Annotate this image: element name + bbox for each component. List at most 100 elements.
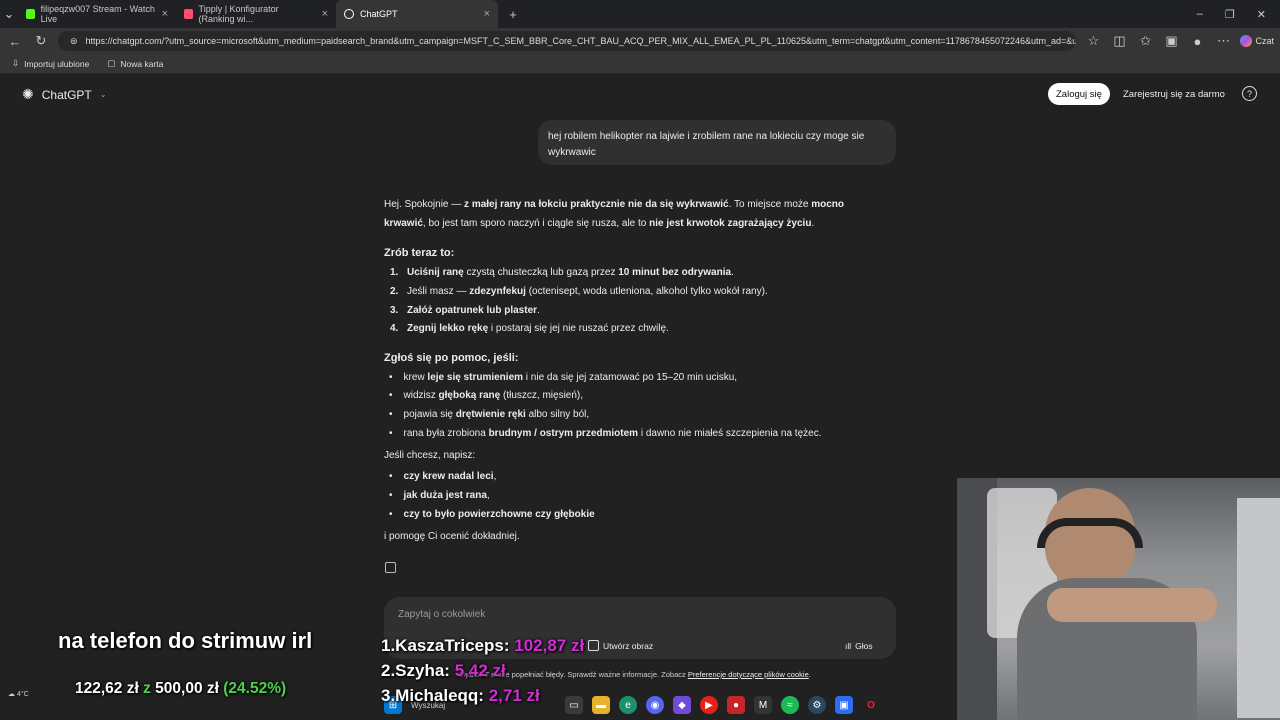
button-label: Utwórz obraz [603,640,654,651]
tab-title: filipeqzw007 Stream - Watch Live [40,4,155,24]
tab-title: Tipply | Konfigurator (Ranking wi... [198,4,279,24]
image-icon [588,640,599,651]
item-number: 2. [390,285,399,297]
text-bold: jak duża jest rana [403,489,487,501]
favorites-icon[interactable]: ✩ [1136,33,1154,49]
weather-widget[interactable]: ☁ 4°C [8,690,29,698]
login-button[interactable]: Zaloguj się [1048,83,1110,105]
text: i nie da się jej zatamować po 15–20 min … [523,371,738,383]
text-bold: głęboką ranę [438,390,501,402]
bullet: • [389,371,393,383]
close-window-icon[interactable]: ✕ [1257,8,1266,21]
tab-chatgpt[interactable]: ChatGPT × [336,0,498,28]
youtube-icon[interactable]: ▶ [700,696,718,714]
item-number: 4. [390,323,399,335]
favorite-star-icon[interactable]: ☆ [1084,33,1102,49]
roblox-icon[interactable]: ▣ [835,696,853,714]
tipply-icon [184,9,193,19]
task-view-icon[interactable]: ▭ [565,696,583,714]
discord-icon[interactable]: ◉ [646,696,664,714]
url-field[interactable]: ⊜ https://chatgpt.com/?utm_source=micros… [58,31,1077,51]
split-screen-icon[interactable]: ◫ [1110,33,1128,49]
red-app-icon[interactable]: ● [727,696,745,714]
prompt-placeholder[interactable]: Zapytaj o cokolwiek [398,609,485,620]
disclaimer: ChatGPT może popełniać błędy. Sprawdź wa… [458,670,811,679]
maximize-icon[interactable]: ❐ [1225,8,1235,21]
reply-intro: Hej. Spokojnie — z małej rany na łokciu … [384,196,874,233]
app-icon[interactable]: ◆ [673,696,691,714]
list-item: 3. Załóż opatrunek lub plaster. [384,302,874,321]
profile-icon[interactable]: ● [1188,34,1206,49]
copilot-icon [1240,35,1253,47]
gmail-icon[interactable]: M [754,696,772,714]
new-tab-icon[interactable]: + [504,7,522,22]
text: . To miejsce może [728,199,812,210]
minimize-icon[interactable]: – [1197,8,1203,21]
ranking-row: 2.Szyha: 5,42 zł [381,661,506,681]
list-item: • czy krew nadal leci, [384,468,874,487]
collections-icon[interactable]: ▣ [1162,33,1180,49]
text: , bo jest tam sporo naczyń i ciągle się … [422,217,650,229]
close-tab-icon[interactable]: × [162,8,168,20]
bullet: • [389,508,393,520]
text-bold: zdezynfekuj [469,285,526,297]
signup-button[interactable]: Zarejestruj się za darmo [1116,83,1232,105]
text-bold: 10 minut bez odrywania [618,267,732,279]
bookmark-import[interactable]: ⇩ Importuj ulubione [12,58,89,69]
back-icon[interactable]: ← [6,34,24,49]
tab-title: ChatGPT [360,9,398,19]
list-item: 1. Uciśnij ranę czystą chusteczką lub gaz… [384,264,874,283]
goal-target: 500,00 zł [155,680,219,697]
copilot-button[interactable]: Czat [1240,35,1274,47]
steam-icon[interactable]: ⚙ [808,696,826,714]
tab-list-icon[interactable]: ⌄ [0,6,18,22]
button-label: Głos [855,640,873,651]
ask-intro: Jeśli chcesz, napisz: [384,450,476,462]
spotify-icon[interactable]: ≈ [781,696,799,714]
list-item: • widzisz głęboką ranę (tłuszcz, mięsień)… [384,387,874,406]
tab-tipply[interactable]: Tipply | Konfigurator (Ranking wi... × [176,0,336,28]
copy-icon[interactable] [385,562,396,573]
text: rana była zrobiona [403,427,489,439]
text-bold: brudnym / ostrym przedmiotem [488,427,639,439]
ranking-row: 3.Michaleqq: 2,71 zł [381,686,540,706]
text: i dawno nie miałeś szczepienia na tężec. [638,427,822,439]
create-image-button[interactable]: Utwórz obraz [588,637,653,654]
text: (octenisept, woda utleniona, alkohol tyl… [525,285,768,297]
list-item: • czy to było powierzchowne czy głębokie [384,506,874,525]
text: Jeśli masz — [407,285,470,297]
model-selector[interactable]: ✺ ChatGPT ⌄ [22,86,106,103]
voice-button[interactable]: ıll Głos [845,637,873,654]
text: widzisz [403,390,439,402]
close-tab-icon[interactable]: × [484,8,490,20]
site-info-icon[interactable]: ⊜ [70,36,78,47]
text: pojawia się [403,409,456,421]
edge-icon[interactable]: e [619,696,637,714]
chevron-down-icon: ⌄ [99,90,107,99]
text-bold: z małej rany na łokciu praktycznie nie d… [464,199,729,210]
text-bold: Zegnij lekko rękę [407,323,489,335]
ranking-amount: 5,42 zł [454,661,506,680]
text: . [811,217,815,229]
tab-kick[interactable]: filipeqzw007 Stream - Watch Live × [18,0,176,28]
more-icon[interactable]: ⋯ [1214,33,1232,49]
text-bold: drętwienie ręki [455,409,526,421]
list-item: • jak duża jest rana, [384,487,874,506]
list-item: 4. Zegnij lekko rękę i postaraj się jej n… [384,320,874,339]
text-bold: Załóż opatrunek lub plaster [407,304,538,316]
file-explorer-icon[interactable]: ▬ [592,696,610,714]
opera-icon[interactable]: O [862,696,880,714]
brand-label: ChatGPT [41,87,92,102]
bookmark-new-tab[interactable]: ▢ Nowa karta [107,58,163,69]
close-tab-icon[interactable]: × [322,8,328,20]
reload-icon[interactable]: ↻ [32,33,50,49]
text-bold: leje się strumieniem [427,371,524,383]
cookie-preferences-link[interactable]: Preferencje dotyczące plików cookie [688,670,809,679]
text: . [808,670,811,679]
goal-current: 122,62 zł [75,680,139,697]
section-heading: Zgłoś się po pomoc, jeśli: [384,351,519,364]
item-number: 3. [390,304,399,316]
help-icon[interactable]: ? [1242,86,1257,101]
section-heading: Zrób teraz to: [384,247,455,260]
ranking-row: 1.KaszaTriceps: 102,87 zł [381,636,584,656]
